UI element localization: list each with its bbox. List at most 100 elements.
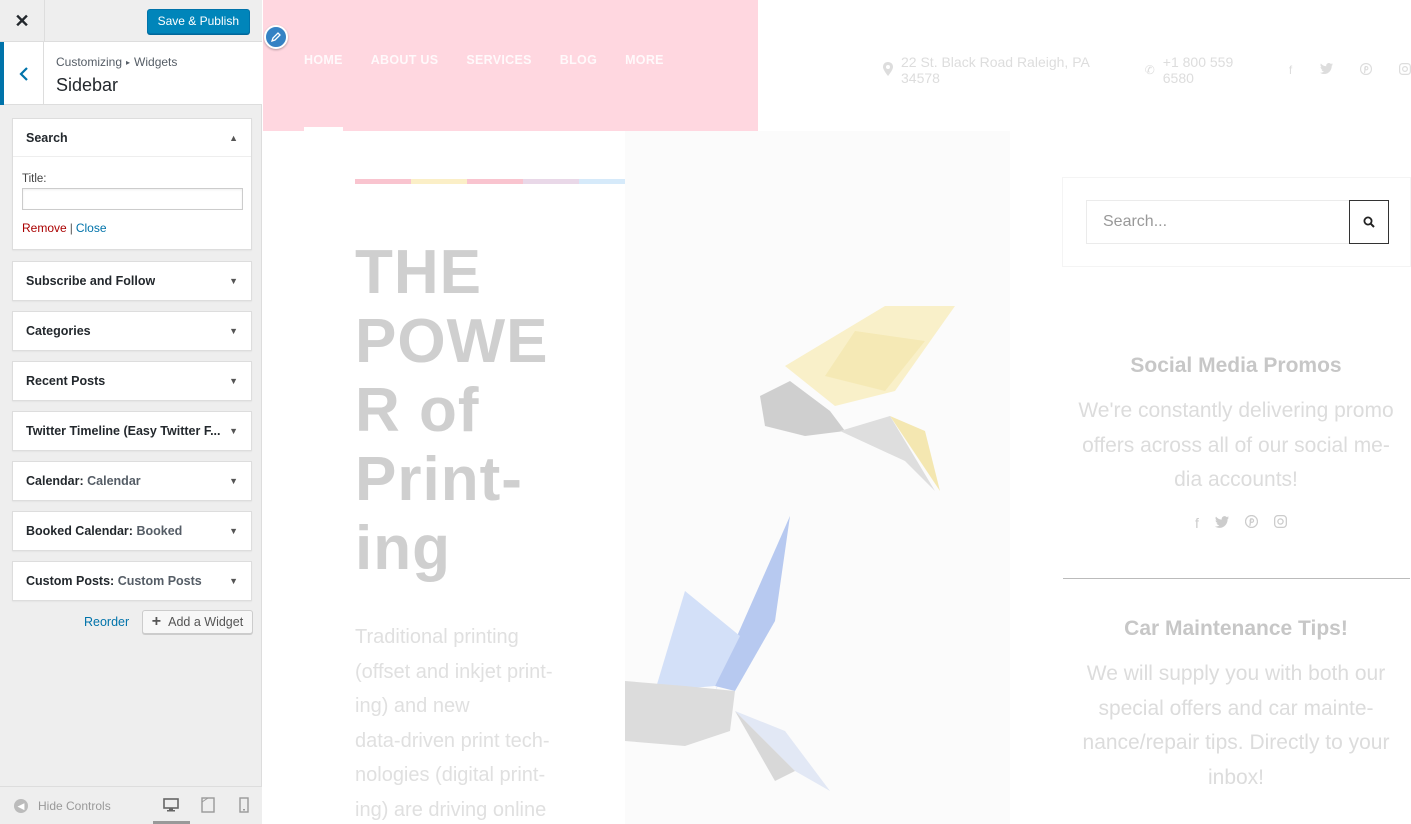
breadcrumb-child: Widgets	[134, 55, 178, 69]
close-icon[interactable]: ✕	[0, 0, 45, 42]
hero-text-line: Traditional printing	[355, 626, 519, 648]
colorbar-segment	[523, 179, 579, 184]
widget-title: Search	[26, 130, 68, 145]
actions-separator: |	[69, 221, 73, 235]
hero-text-line: ing) and new	[355, 695, 470, 717]
nav-home[interactable]: HOME	[304, 53, 343, 67]
tablet-preview-icon[interactable]	[199, 796, 219, 816]
widget-twitter-timeline[interactable]: Twitter Timeline (Easy Twitter F... ▼	[12, 411, 252, 451]
desktop-preview-icon[interactable]	[162, 796, 182, 816]
section-title: Sidebar	[56, 75, 119, 95]
widget-calendar[interactable]: Calendar: Calendar ▼	[12, 461, 252, 501]
save-publish-button[interactable]: Save & Publish	[146, 9, 250, 34]
facebook-icon[interactable]: f	[1195, 515, 1199, 531]
promo-title: Social Media Promos	[1130, 354, 1342, 377]
promo-text-line: nance/repair tips. Directly to your	[1082, 731, 1390, 754]
colorbar-segment	[411, 179, 467, 184]
edit-pencil-icon[interactable]	[264, 25, 288, 49]
mobile-preview-icon[interactable]	[235, 796, 255, 816]
pinterest-icon[interactable]	[1359, 62, 1372, 78]
nav-more[interactable]: MORE	[625, 53, 664, 67]
search-icon[interactable]	[1349, 200, 1389, 244]
widget-subtitle: Calendar	[87, 474, 141, 488]
widget-booked-calendar[interactable]: Booked Calendar: Booked ▼	[12, 511, 252, 551]
promo-car-maintenance: Car Maintenance Tips! We will supply you…	[1075, 617, 1397, 795]
close-link[interactable]: Close	[76, 221, 107, 235]
collapse-left-icon: ◀	[14, 799, 28, 813]
expand-arrow-icon[interactable]: ▼	[229, 526, 238, 536]
customizer-footer: ◀ Hide Controls	[0, 786, 262, 824]
twitter-icon[interactable]	[1319, 63, 1333, 77]
main-nav: HOME ABOUT US SERVICES BLOG MORE	[304, 53, 664, 67]
expand-arrow-icon[interactable]: ▼	[229, 376, 238, 386]
phone-text[interactable]: +1 800 559 6580	[1163, 54, 1262, 86]
nav-active-underline	[304, 127, 343, 131]
search-widget: Search...	[1062, 177, 1411, 267]
widget-name: Twitter Timeline (Easy Twitter F...	[26, 424, 221, 438]
expand-arrow-icon[interactable]: ▼	[229, 476, 238, 486]
promo-text: We're constantly delivering promo offers…	[1075, 394, 1397, 498]
expand-arrow-icon[interactable]: ▼	[229, 576, 238, 586]
widget-title: Booked Calendar: Booked	[26, 524, 182, 538]
customizer-header: ✕ Save & Publish	[0, 0, 262, 42]
collapse-arrow-icon[interactable]: ▲	[229, 133, 238, 143]
expand-arrow-icon[interactable]: ▼	[229, 426, 238, 436]
pinterest-icon[interactable]	[1244, 514, 1258, 531]
hero-title-line: ing	[355, 514, 451, 583]
site-preview: HOME ABOUT US SERVICES BLOG MORE 22 St. …	[263, 0, 1411, 824]
plus-icon: +	[151, 613, 162, 630]
add-widget-button[interactable]: + Add a Widget	[142, 610, 253, 634]
widget-actions: Remove | Close	[22, 221, 242, 235]
hero-text-line: ing) are driving online	[355, 798, 547, 821]
add-widget-label: Add a Widget	[168, 615, 244, 629]
contact-bar: 22 St. Black Road Raleigh, PA 34578 ✆ +1…	[883, 54, 1411, 86]
widget-custom-posts[interactable]: Custom Posts: Custom Posts ▼	[12, 561, 252, 601]
hero-title: THE POWE R of Print- ing	[355, 238, 548, 583]
address-text: 22 St. Black Road Raleigh, PA 34578	[901, 54, 1090, 86]
instagram-icon[interactable]	[1273, 515, 1287, 531]
breadcrumb-root: Customizing	[56, 55, 123, 69]
widget-search-header[interactable]: Search ▲	[13, 119, 251, 157]
nav-blog[interactable]: BLOG	[560, 53, 597, 67]
customizer-panel: ✕ Save & Publish Customizing ▸ Widgets Sid…	[0, 0, 262, 824]
promo-text-line: We will supply you with both our	[1086, 662, 1386, 685]
expand-arrow-icon[interactable]: ▼	[229, 326, 238, 336]
promo-social-icons: f	[1195, 514, 1287, 531]
twitter-icon[interactable]	[1214, 515, 1229, 531]
widget-title: Custom Posts: Custom Posts	[26, 574, 202, 588]
widget-subtitle: Custom Posts	[117, 574, 202, 588]
section-header: Customizing ▸ Widgets Sidebar	[0, 42, 262, 105]
widget-title: Recent Posts	[26, 374, 105, 388]
widget-name: Calendar:	[26, 474, 84, 488]
widget-categories[interactable]: Categories ▼	[12, 311, 252, 351]
widget-subtitle: Booked	[136, 524, 183, 538]
expand-arrow-icon[interactable]: ▼	[229, 276, 238, 286]
nav-services[interactable]: SERVICES	[466, 53, 531, 67]
widget-name: Categories	[26, 324, 91, 338]
promo-text-line: dia accounts!	[1174, 468, 1298, 491]
hero-title-line: THE	[355, 238, 482, 307]
widget-search: Search ▲ Title: Remove | Close	[12, 118, 252, 250]
widget-name: Recent Posts	[26, 374, 106, 388]
widget-subscribe-follow[interactable]: Subscribe and Follow ▼	[12, 261, 252, 301]
hide-controls-button[interactable]: ◀ Hide Controls	[14, 799, 111, 813]
facebook-icon[interactable]: f	[1289, 63, 1292, 77]
nav-about-us[interactable]: ABOUT US	[371, 53, 439, 67]
hero-title-line: Print-	[355, 445, 523, 514]
search-input[interactable]: Search...	[1086, 200, 1350, 244]
reorder-link[interactable]: Reorder	[84, 615, 129, 629]
instagram-icon[interactable]	[1399, 62, 1411, 78]
title-field-label: Title:	[22, 173, 47, 185]
promo-divider	[1063, 578, 1410, 579]
breadcrumb: Customizing ▸ Widgets	[56, 55, 177, 69]
hide-controls-label: Hide Controls	[38, 799, 111, 813]
breadcrumb-separator-icon: ▸	[126, 58, 131, 67]
hero-title-line: POWE	[355, 307, 549, 376]
back-arrow-icon[interactable]	[0, 42, 44, 105]
remove-link[interactable]: Remove	[22, 221, 67, 235]
promo-text-line: We're constantly delivering promo	[1078, 399, 1394, 422]
hero-text-line: data-driven print tech-	[355, 729, 550, 752]
promo-social-media: Social Media Promos We're constantly del…	[1075, 354, 1397, 498]
title-field[interactable]	[22, 188, 243, 210]
widget-recent-posts[interactable]: Recent Posts ▼	[12, 361, 252, 401]
